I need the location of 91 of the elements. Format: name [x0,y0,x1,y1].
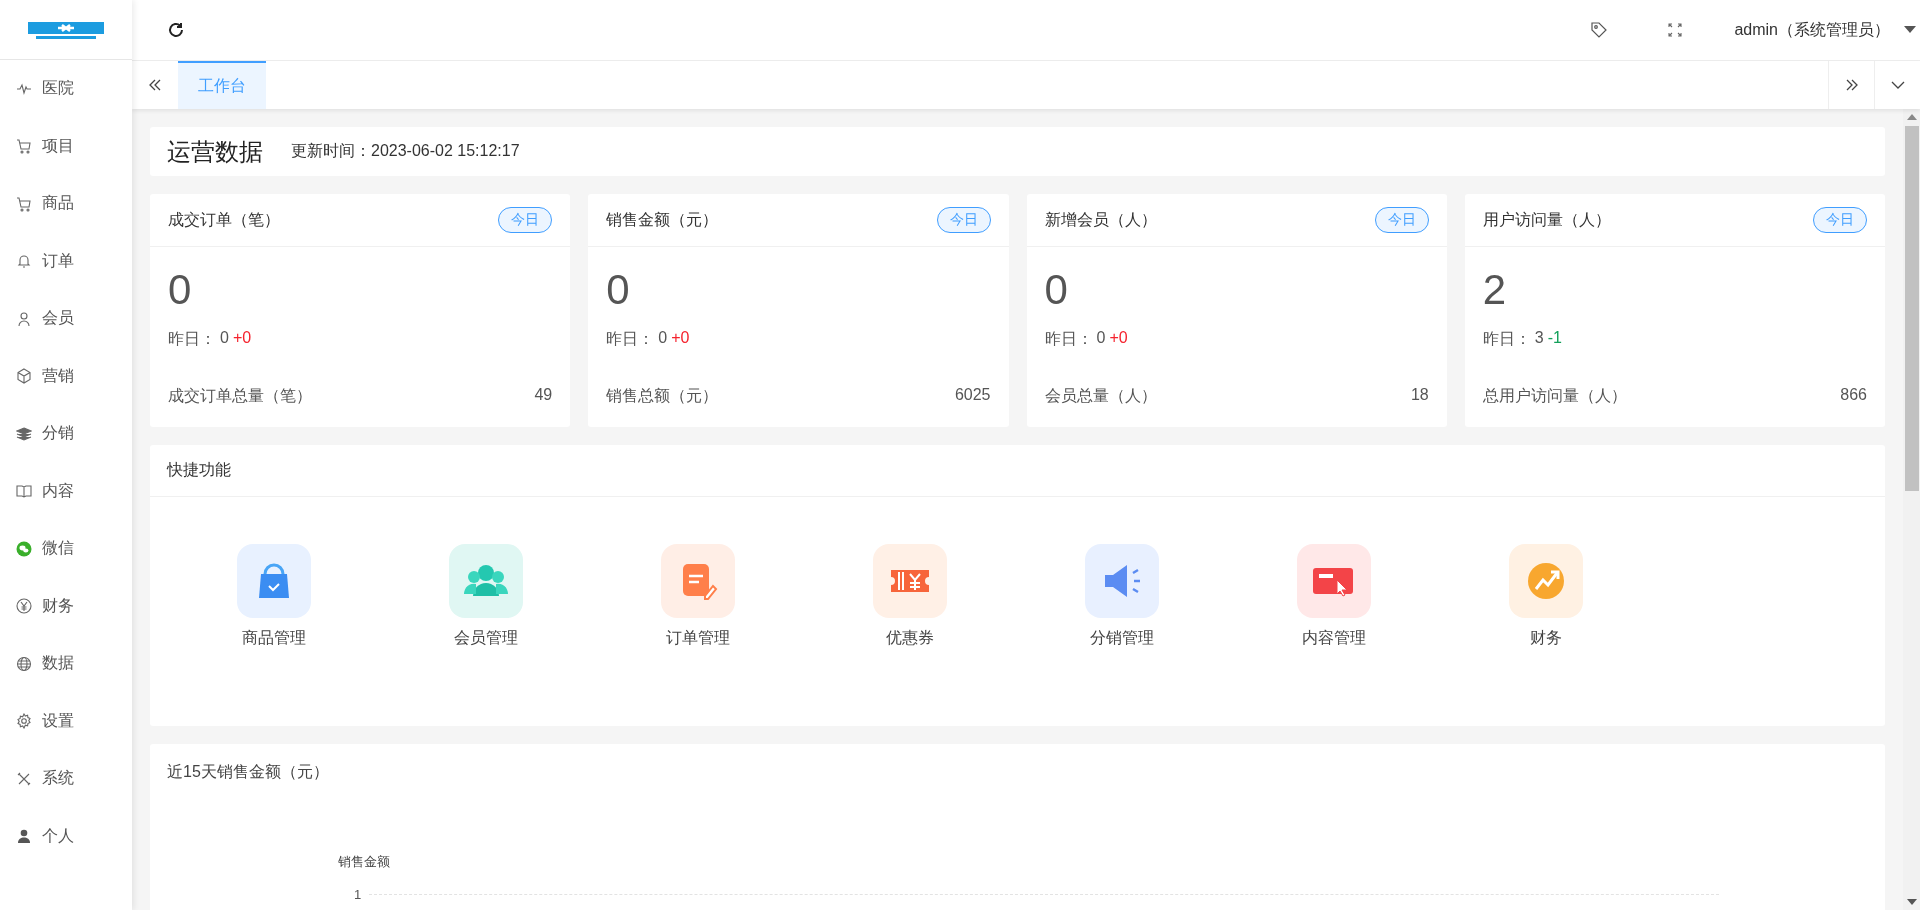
tag-icon[interactable] [1590,21,1609,39]
sidebar-item[interactable]: 财务 [0,577,132,635]
total-label: 成交订单总量（笔） [168,386,312,406]
stat-title: 成交订单（笔） [168,209,280,230]
shortcut-item[interactable]: 内容管理 [1297,544,1371,649]
sidebar-item[interactable]: 微信 [0,520,132,578]
sidebar-item[interactable]: 商品 [0,175,132,233]
sidebar-item[interactable]: 设置 [0,692,132,750]
scroll-thumb[interactable] [1904,126,1919,491]
stat-title: 新增会员（人） [1044,209,1157,230]
stat-value: 0 [1044,265,1069,315]
scrollbar[interactable] [1903,109,1920,910]
layers-icon [16,425,32,442]
stat-title: 销售金额（元） [606,209,719,230]
scroll-left-button[interactable] [132,61,178,109]
shortcut-item[interactable]: 分销管理 [1085,544,1159,649]
sidebar-item[interactable]: 分销 [0,405,132,463]
change-value: -1 [1547,329,1562,348]
refresh-icon[interactable] [167,21,185,39]
sidebar-item[interactable]: 数据 [0,635,132,693]
panel-title: 快捷功能 [167,460,231,480]
period-badge: 今日 [498,207,553,233]
caret-icon [1904,26,1916,34]
bell-icon [16,253,32,270]
user-icon [16,310,32,327]
total-value: 866 [1840,386,1867,405]
yesterday-label: 昨日： [606,329,655,349]
total-label: 会员总量（人） [1044,386,1157,406]
yesterday-value: 0 [220,329,229,348]
total-value: 18 [1410,386,1429,405]
change-value: +0 [1109,329,1128,348]
megaphone-icon [1085,544,1159,618]
logo-icon [28,19,104,40]
people-icon [449,544,523,618]
yesterday-value: 0 [658,329,668,348]
stat-value: 2 [1482,265,1508,315]
total-value: 49 [534,386,553,405]
shortcut-item[interactable]: 优惠券 [873,544,947,649]
sidebar-item[interactable]: 内容 [0,462,132,520]
person-icon [16,828,32,845]
section-title: 运营数据 [167,136,263,167]
double-chevron-left-icon [147,77,163,93]
cart-icon [16,195,32,212]
user-menu[interactable]: admin（系统管理员） [1734,19,1920,41]
scroll-right-button[interactable] [1828,61,1874,109]
screen-icon [1297,544,1371,618]
cart-icon [16,138,32,155]
shortcut-item[interactable]: 订单管理 [661,544,735,649]
stat-value: 0 [606,265,631,315]
total-value: 6025 [954,386,991,405]
book-icon [16,483,32,500]
fullscreen-icon[interactable] [1668,23,1683,37]
box-icon [16,368,32,385]
chart-title: 近15天销售金额（元） [167,762,330,782]
ticket-icon [873,544,947,618]
period-badge: 今日 [936,207,991,233]
sidebar-item[interactable]: 个人 [0,807,132,865]
period-badge: 今日 [1374,207,1429,233]
axis-tick: 1 [354,887,362,902]
chart-up-icon [1509,544,1583,618]
period-badge: 今日 [1813,207,1867,233]
stat-title: 用户访问量（人） [1482,209,1611,230]
scroll-down-icon[interactable] [1906,899,1917,905]
shortcut-item[interactable]: 商品管理 [237,544,311,649]
yesterday-label: 昨日： [1044,329,1093,349]
note-icon [661,544,735,618]
total-label: 销售总额（元） [606,386,719,406]
sidebar-item[interactable]: 会员 [0,290,132,348]
gear-icon [16,713,32,730]
yesterday-value: 0 [1096,329,1106,348]
axis-label: 销售金额 [338,853,391,871]
shortcut-item[interactable]: 财务 [1509,544,1583,649]
sidebar-item[interactable]: 营销 [0,347,132,405]
wechat-icon [16,540,32,557]
yesterday-value: 3 [1534,329,1544,348]
sidebar-item[interactable]: 医院 [0,60,132,118]
yesterday-label: 昨日： [1482,329,1531,349]
total-label: 总用户访问量（人） [1482,386,1627,406]
sidebar-item[interactable]: 订单 [0,232,132,290]
change-value: +0 [671,329,690,348]
change-value: +0 [232,329,252,348]
yesterday-label: 昨日： [168,329,216,349]
globe-icon [16,655,32,672]
scroll-up-icon[interactable] [1906,114,1917,120]
update-time: 更新时间：2023-06-02 15:12:17 [291,141,520,161]
sidebar-item[interactable]: 项目 [0,117,132,175]
sidebar-item[interactable]: 系统 [0,750,132,808]
yen-icon [16,598,32,615]
shortcut-item[interactable]: 会员管理 [449,544,523,649]
bag-icon [237,544,311,618]
stat-value: 0 [168,265,193,315]
